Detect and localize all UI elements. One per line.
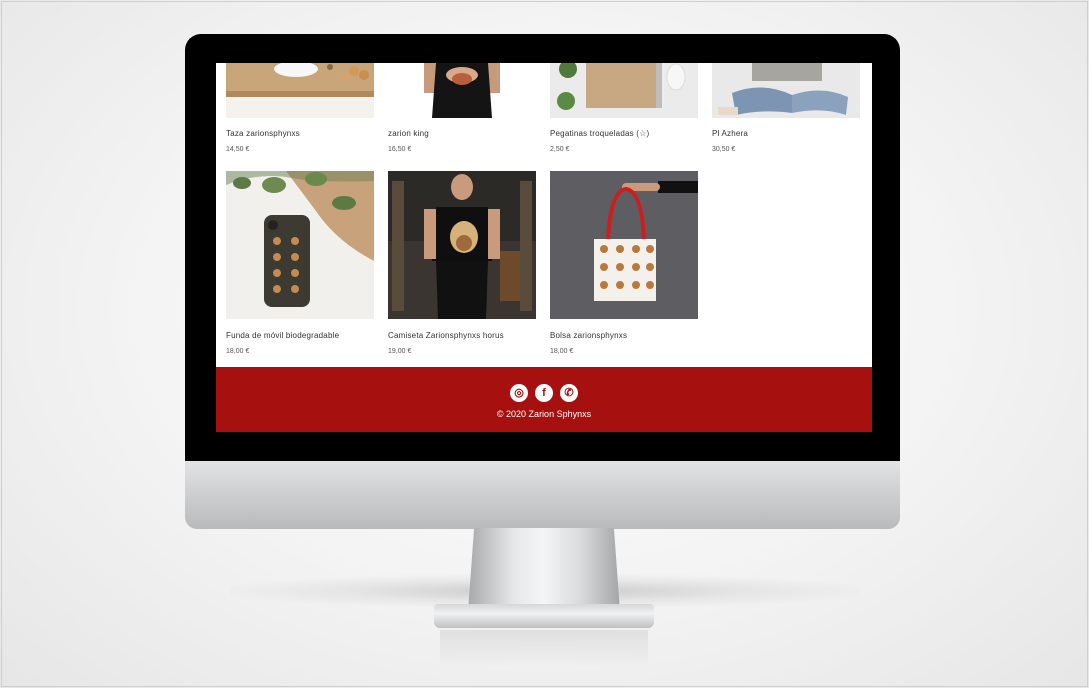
product-name[interactable]: Bolsa zarionsphynxs: [550, 331, 627, 340]
product-card-tshirt[interactable]: Camiseta Zarionsphynxs horus 19,00 €: [388, 171, 536, 355]
product-card-phone-case[interactable]: Funda de móvil biodegradable 18,00 €: [226, 171, 374, 355]
monitor-stand: [468, 528, 620, 612]
product-card-shirt[interactable]: Pl Azhera 30,50 €: [712, 63, 860, 153]
product-price: 16,50 €: [388, 146, 412, 153]
product-name[interactable]: Pegatinas troqueladas (☆): [550, 129, 649, 138]
product-image[interactable]: [550, 171, 698, 319]
product-image[interactable]: [226, 171, 374, 319]
product-name[interactable]: Funda de móvil biodegradable: [226, 331, 339, 340]
product-card-stickers[interactable]: Pegatinas troqueladas (☆) 2,50 €: [550, 63, 698, 153]
product-image[interactable]: [388, 63, 536, 118]
whatsapp-icon[interactable]: ✆: [560, 384, 578, 402]
website-screen: Taza zarionsphynxs 14,50 € zarion king 1…: [216, 63, 872, 432]
product-price: 30,50 €: [712, 146, 736, 153]
product-name[interactable]: Taza zarionsphynxs: [226, 129, 300, 138]
product-price: 14,50 €: [226, 146, 250, 153]
product-name[interactable]: Pl Azhera: [712, 129, 748, 138]
product-price: 2,50 €: [550, 146, 570, 153]
product-name[interactable]: Camiseta Zarionsphynxs horus: [388, 331, 504, 340]
product-price: 18,00 €: [226, 348, 250, 355]
stand-reflection: [440, 630, 648, 666]
product-image[interactable]: [226, 63, 374, 118]
instagram-icon[interactable]: ◎: [510, 384, 528, 402]
product-price: 19,00 €: [388, 348, 412, 355]
monitor-stand-base: [434, 604, 654, 628]
product-image[interactable]: [550, 63, 698, 118]
product-name[interactable]: zarion king: [388, 129, 429, 138]
product-card-tanktop[interactable]: zarion king 16,50 €: [388, 63, 536, 153]
product-card-tote-bag[interactable]: Bolsa zarionsphynxs 18,00 €: [550, 171, 698, 355]
product-image[interactable]: [712, 63, 860, 118]
facebook-icon[interactable]: f: [535, 384, 553, 402]
copyright-text: © 2020 Zarion Sphynxs: [496, 409, 592, 419]
product-image[interactable]: [388, 171, 536, 319]
monitor-chin: [185, 461, 900, 529]
product-card-mug[interactable]: Taza zarionsphynxs 14,50 €: [226, 63, 374, 153]
product-price: 18,00 €: [550, 348, 574, 355]
site-footer: ◎ f ✆ © 2020 Zarion Sphynxs: [216, 367, 872, 432]
